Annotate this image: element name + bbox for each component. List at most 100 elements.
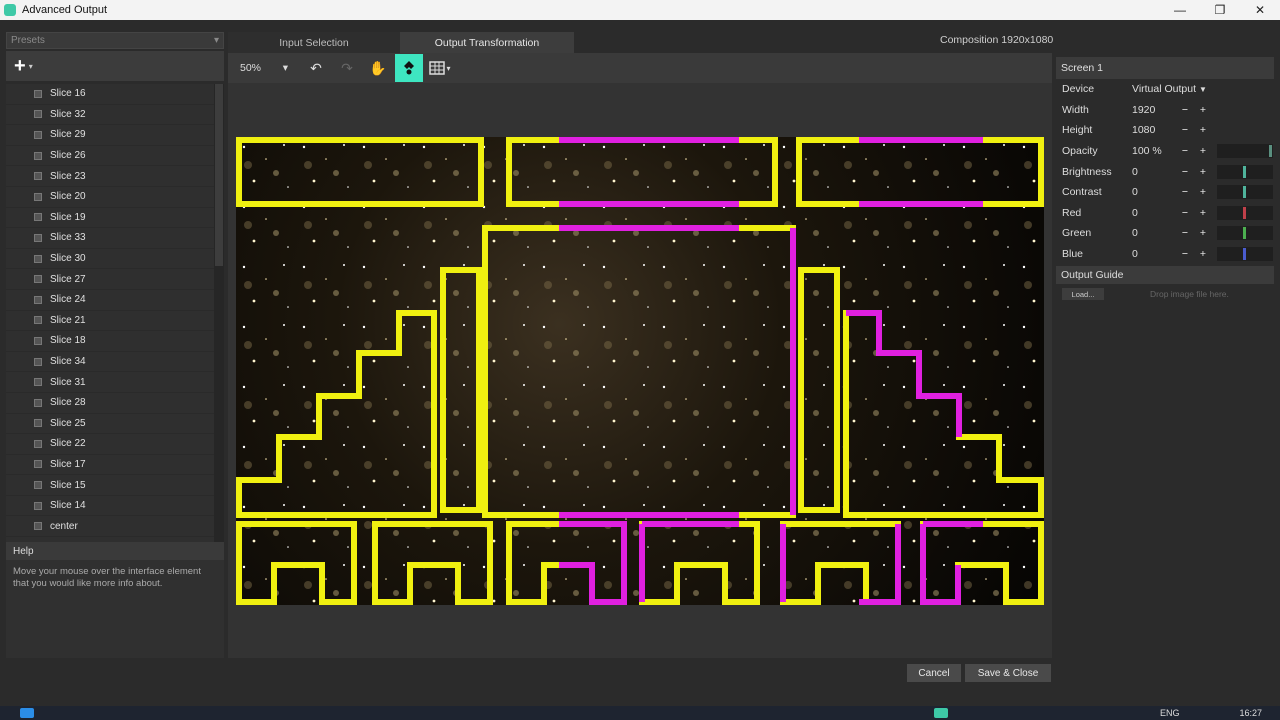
property-value-input[interactable]: 0 (1132, 166, 1176, 178)
slice-list-item[interactable]: Slice 25 (6, 414, 214, 435)
drop-hint[interactable]: Drop image file here. (1150, 289, 1229, 299)
minus-button[interactable]: − (1176, 104, 1194, 116)
slice-list-item[interactable]: Slice 27 (6, 269, 214, 290)
slider-handle[interactable] (1243, 186, 1246, 199)
close-button[interactable]: ✕ (1240, 0, 1280, 20)
plus-button[interactable]: + (1194, 186, 1212, 198)
slice-checkbox[interactable] (34, 501, 42, 510)
slice-checkbox[interactable] (34, 336, 42, 345)
slice-checkbox[interactable] (34, 295, 42, 304)
slice-checkbox[interactable] (34, 254, 42, 263)
slice-list-item[interactable]: Slice 16 (6, 84, 214, 105)
slice-list-item[interactable]: Slice 15 (6, 475, 214, 496)
slice-list-item[interactable]: Slice 29 (6, 125, 214, 146)
slice-checkbox[interactable] (34, 130, 42, 139)
maximize-button[interactable]: ❐ (1200, 0, 1240, 20)
slider-handle[interactable] (1269, 145, 1272, 158)
slice-checkbox[interactable] (34, 213, 42, 222)
slice-list-item[interactable]: Slice 19 (6, 208, 214, 229)
slice-list-item[interactable]: Slice 31 (6, 372, 214, 393)
save-close-button[interactable]: Save & Close (965, 664, 1051, 682)
slice-list-item[interactable]: Slice 24 (6, 290, 214, 311)
zoom-select[interactable]: 50% ▾ (240, 56, 292, 80)
add-icon[interactable]: + (14, 56, 26, 76)
property-value-input[interactable]: 100 % (1132, 145, 1176, 157)
slice-checkbox[interactable] (34, 460, 42, 469)
slice-list-item[interactable]: Slice 17 (6, 455, 214, 476)
slice-checkbox[interactable] (34, 419, 42, 428)
tab-input-selection[interactable]: Input Selection (228, 32, 400, 53)
minimize-button[interactable]: — (1160, 0, 1200, 20)
property-value-input[interactable]: 0 (1132, 248, 1176, 260)
slice-list-item[interactable]: Slice 23 (6, 166, 214, 187)
presets-dropdown[interactable]: Presets ▾ (6, 32, 224, 49)
slice-checkbox[interactable] (34, 378, 42, 387)
minus-button[interactable]: − (1176, 186, 1194, 198)
minus-button[interactable]: − (1176, 124, 1194, 136)
slice-checkbox[interactable] (34, 316, 42, 325)
property-slider[interactable] (1217, 144, 1273, 159)
minus-button[interactable]: − (1176, 227, 1194, 239)
slice-list-item[interactable]: Slice 28 (6, 393, 214, 414)
plus-button[interactable]: + (1194, 104, 1212, 116)
property-slider[interactable] (1217, 205, 1273, 220)
slice-list-item[interactable]: Slice 34 (6, 352, 214, 373)
clock[interactable]: 16:27 (1239, 708, 1262, 718)
slice-list-item[interactable]: Slice 32 (6, 105, 214, 126)
minus-button[interactable]: − (1176, 145, 1194, 157)
plus-button[interactable]: + (1194, 207, 1212, 219)
slice-checkbox[interactable] (34, 172, 42, 181)
slider-handle[interactable] (1243, 165, 1246, 178)
property-slider[interactable] (1217, 226, 1273, 241)
slice-list-item[interactable]: Slice 26 (6, 146, 214, 167)
slice-checkbox[interactable] (34, 110, 42, 119)
property-value-input[interactable]: 1920 (1132, 104, 1176, 116)
slice-checkbox[interactable] (34, 439, 42, 448)
output-canvas[interactable] (236, 137, 1044, 605)
slice-checkbox[interactable] (34, 481, 42, 490)
slider-handle[interactable] (1243, 206, 1246, 219)
minus-button[interactable]: − (1176, 166, 1194, 178)
property-value-input[interactable]: 0 (1132, 186, 1176, 198)
slice-list-item[interactable]: Slice 33 (6, 228, 214, 249)
property-value-input[interactable]: 0 (1132, 207, 1176, 219)
slice-checkbox[interactable] (34, 192, 42, 201)
scrollbar-thumb[interactable] (215, 84, 223, 266)
property-value-input[interactable]: 0 (1132, 227, 1176, 239)
redo-button[interactable]: ↷ (333, 54, 361, 82)
slice-list-item[interactable]: Slice 20 (6, 187, 214, 208)
property-value-input[interactable]: 1080 (1132, 124, 1176, 136)
plus-button[interactable]: + (1194, 227, 1212, 239)
plus-button[interactable]: + (1194, 166, 1212, 178)
snap-button[interactable] (395, 54, 423, 82)
property-slider[interactable] (1217, 164, 1273, 179)
slider-handle[interactable] (1243, 248, 1246, 261)
device-select[interactable]: Virtual Output ▼ (1132, 83, 1207, 95)
slice-checkbox[interactable] (34, 89, 42, 98)
slice-checkbox[interactable] (34, 398, 42, 407)
slider-handle[interactable] (1243, 227, 1246, 240)
property-slider[interactable] (1217, 185, 1273, 200)
slice-checkbox[interactable] (34, 357, 42, 366)
slice-checkbox[interactable] (34, 275, 42, 284)
plus-button[interactable]: + (1194, 248, 1212, 260)
language-indicator[interactable]: ENG (1160, 708, 1180, 718)
slice-checkbox[interactable] (34, 522, 42, 531)
plus-button[interactable]: + (1194, 145, 1212, 157)
slice-list-scrollbar[interactable] (214, 84, 224, 570)
slice-list-item[interactable]: center (6, 516, 214, 538)
load-button[interactable]: Load... (1062, 288, 1104, 301)
start-icon[interactable] (20, 708, 34, 718)
pan-button[interactable]: ✋ (364, 54, 392, 82)
tab-output-transformation[interactable]: Output Transformation (400, 32, 574, 53)
minus-button[interactable]: − (1176, 248, 1194, 260)
app-taskbar-icon[interactable] (934, 708, 948, 718)
slice-list-item[interactable]: Slice 14 (6, 496, 214, 517)
plus-button[interactable]: + (1194, 124, 1212, 136)
slice-list-item[interactable]: Slice 22 (6, 434, 214, 455)
undo-button[interactable]: ↶ (302, 54, 330, 82)
property-slider[interactable] (1217, 247, 1273, 262)
grid-button[interactable]: ▾ (426, 54, 454, 82)
slice-list-item[interactable]: Slice 30 (6, 249, 214, 270)
slice-checkbox[interactable] (34, 151, 42, 160)
